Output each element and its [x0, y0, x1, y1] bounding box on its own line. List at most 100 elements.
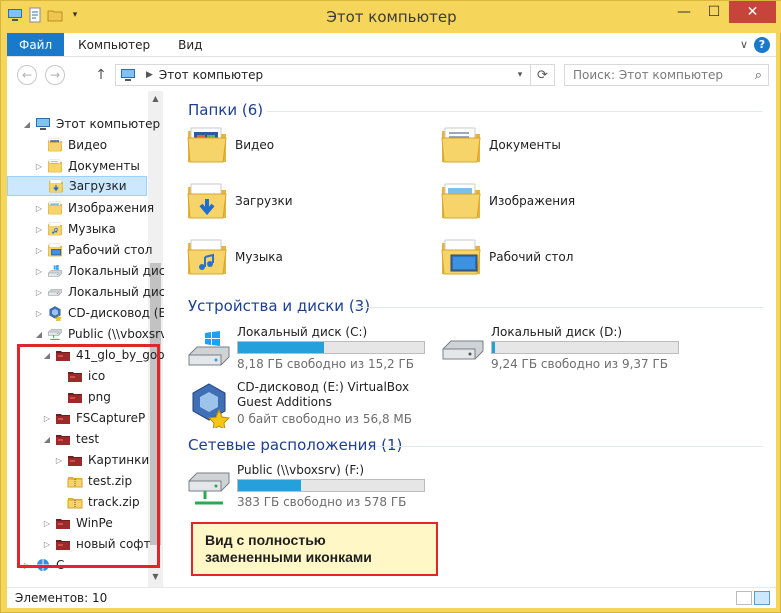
network-drive-icon	[47, 326, 63, 342]
tree-item[interactable]: ▷ CD-дисковод (E:	[33, 303, 164, 323]
folder-tile[interactable]: Музыка	[185, 235, 283, 279]
annotation-callout: Вид с полностью замененными иконками	[191, 522, 438, 576]
folder-tile[interactable]: Изображения	[439, 179, 575, 223]
windows-drive-icon	[47, 263, 63, 279]
explorer-body: ▲ ▼ ◢ Этот компьютер Видео ▷ Документы Загруз…	[7, 91, 776, 587]
tree-item[interactable]: ◢ Public (\\vboxsrv	[33, 324, 164, 344]
folder-tile[interactable]: Рабочий стол	[439, 235, 573, 279]
expand-arrow-icon[interactable]: ◢	[21, 120, 33, 129]
tree-item[interactable]: ▷ Локальный диск	[33, 261, 164, 281]
maximize-button[interactable]: ☐	[699, 1, 729, 23]
drive-usage-bar	[237, 341, 425, 354]
folder-tile[interactable]: Документы	[439, 123, 561, 167]
tab-computer[interactable]: Компьютер	[64, 33, 164, 56]
search-input[interactable]: Поиск: Этот компьютер ⌕	[564, 64, 769, 86]
drive-tile[interactable]: Локальный диск (D:) 9,24 ГБ свободно из 9…	[439, 325, 689, 373]
pictures-folder-icon	[439, 179, 483, 223]
scroll-down-icon[interactable]: ▼	[148, 569, 163, 584]
breadcrumb-location[interactable]: Этот компьютер	[159, 68, 263, 82]
group-header-devices[interactable]: Устройства и диски (3)	[188, 297, 370, 315]
desktop-folder-icon	[47, 242, 63, 258]
details-view-button[interactable]	[736, 591, 752, 605]
refresh-button[interactable]: ⟳	[530, 65, 554, 85]
folder-tile[interactable]: Загрузки	[185, 179, 293, 223]
expand-arrow-icon[interactable]: ◢	[33, 330, 45, 339]
highlight-box	[17, 344, 160, 568]
address-row: ← → ↑ ▶ Этот компьютер ▾ ⟳ Поиск: Этот к…	[7, 57, 776, 91]
search-icon[interactable]: ⌕	[755, 68, 762, 83]
ribbon-collapse-icon[interactable]: ∨	[740, 38, 748, 51]
drive-name: CD-дисковод (E:) VirtualBox Guest Additi…	[237, 380, 410, 409]
group-divider	[355, 307, 763, 308]
folder-label: Загрузки	[235, 194, 293, 208]
tab-file[interactable]: Файл	[7, 33, 65, 56]
expand-arrow-icon[interactable]: ▷	[33, 225, 45, 234]
expand-arrow-icon[interactable]: ▷	[33, 309, 45, 318]
forward-button[interactable]: →	[45, 65, 65, 85]
group-divider	[267, 111, 763, 112]
music-folder-icon	[47, 221, 63, 237]
minimize-button[interactable]: —	[669, 1, 699, 23]
expand-arrow-icon[interactable]: ▷	[33, 204, 45, 213]
breadcrumb-arrow-icon[interactable]: ▶	[146, 70, 153, 80]
drive-usage-fill	[492, 342, 495, 353]
tree-item[interactable]: Видео	[33, 135, 107, 155]
drive-name: Public (\\vboxsrv) (F:)	[237, 463, 365, 477]
tree-item[interactable]: ◢ Этот компьютер	[21, 114, 160, 134]
desktop-folder-icon	[439, 235, 483, 279]
tree-item[interactable]: ▷ Документы	[33, 156, 140, 176]
drive-tile[interactable]: CD-дисковод (E:) VirtualBox Guest Additi…	[185, 380, 435, 432]
folder-label: Видео	[235, 138, 275, 152]
documents-folder-icon	[439, 123, 483, 167]
expand-arrow-icon[interactable]: ▷	[33, 162, 45, 171]
back-button[interactable]: ←	[17, 65, 37, 85]
status-bar: Элементов: 10	[7, 587, 776, 608]
group-header-folders[interactable]: Папки (6)	[188, 101, 263, 119]
tree-item-label: Загрузки	[69, 179, 127, 193]
tiles-view-button[interactable]	[754, 591, 770, 605]
title-bar[interactable]: ▾ Этот компьютер — ☐ ✕	[1, 1, 781, 33]
group-title: Сетевые расположения (1)	[188, 436, 403, 454]
tree-item-label: Локальный диск	[68, 264, 164, 278]
group-title: Устройства и диски (3)	[188, 297, 371, 315]
drive-icon	[47, 284, 63, 300]
window-title: Этот компьютер	[326, 8, 457, 26]
drive-icon	[439, 325, 487, 373]
tree-item-label: Документы	[68, 159, 140, 173]
tree-item-label: Этот компьютер	[56, 117, 161, 131]
tree-item[interactable]: ▷ Музыка	[33, 219, 116, 239]
computer-icon	[35, 116, 51, 132]
tab-view[interactable]: Вид	[164, 33, 216, 56]
up-button[interactable]: ↑	[91, 65, 111, 85]
tree-item-label: Локальный диск	[68, 285, 164, 299]
cd-drive-icon	[47, 305, 63, 323]
tree-item[interactable]: Загрузки	[7, 176, 147, 196]
expand-arrow-icon[interactable]: ▷	[33, 267, 45, 276]
drive-usage-bar	[491, 341, 679, 354]
tree-item[interactable]: ▷ Локальный диск	[33, 282, 164, 302]
help-icon[interactable]: ?	[754, 36, 770, 53]
drive-tile[interactable]: Локальный диск (C:) 8,18 ГБ свободно из 1…	[185, 325, 435, 373]
music-folder-icon	[185, 235, 229, 279]
address-dropdown-icon[interactable]: ▾	[512, 65, 528, 85]
expand-arrow-icon[interactable]: ▷	[33, 246, 45, 255]
windows-drive-icon	[185, 325, 233, 373]
pictures-folder-icon	[47, 200, 63, 216]
tree-item-label: Видео	[68, 138, 108, 152]
drive-tile[interactable]: Public (\\vboxsrv) (F:) 383 ГБ свободно и…	[185, 463, 435, 511]
window-controls: — ☐ ✕	[669, 1, 776, 23]
drive-free-space: 9,24 ГБ свободно из 9,37 ГБ	[491, 357, 669, 371]
content-pane: Папки (6) Устройства и диски (3) Сетевые…	[167, 91, 776, 587]
scroll-up-icon[interactable]: ▲	[148, 91, 163, 106]
address-bar[interactable]: ▶ Этот компьютер ▾ ⟳	[115, 64, 555, 86]
group-header-network[interactable]: Сетевые расположения (1)	[188, 436, 402, 454]
tree-item-label: CD-дисковод (E:	[68, 306, 164, 320]
tree-item[interactable]: ▷ Рабочий стол	[33, 240, 153, 260]
expand-arrow-icon[interactable]: ▷	[33, 288, 45, 297]
close-button[interactable]: ✕	[729, 1, 776, 23]
explorer-window: ▾ Этот компьютер — ☐ ✕ Файл Компьютер Ви…	[0, 0, 781, 613]
tree-item[interactable]: ▷ Изображения	[33, 198, 154, 218]
folder-tile[interactable]: Видео	[185, 123, 274, 167]
computer-icon	[121, 69, 135, 81]
tree-item-label: Рабочий стол	[68, 243, 153, 257]
